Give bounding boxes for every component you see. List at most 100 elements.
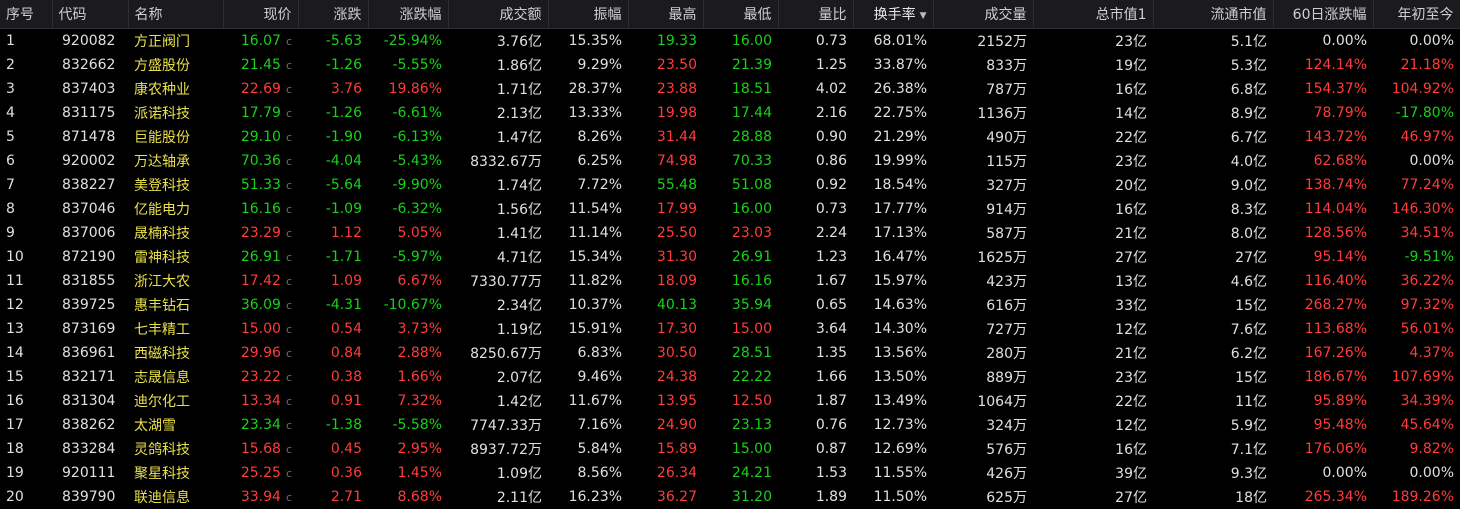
cell-name: 方正阀门 [128, 29, 223, 54]
header-name[interactable]: 名称 [128, 0, 223, 29]
cell-turnover: 18.54% [853, 173, 933, 197]
cell-name: 志晟信息 [128, 365, 223, 389]
cell-ytd: 34.51% [1373, 221, 1460, 245]
table-row[interactable]: 3837403康农种业22.69c3.7619.86%1.71亿28.37%23… [0, 77, 1460, 101]
table-row[interactable]: 13873169七丰精工15.00c0.543.73%1.19亿15.91%17… [0, 317, 1460, 341]
cell-change: 3.76 [298, 77, 368, 101]
table-row[interactable]: 19920111聚星科技25.25c0.361.45%1.09亿8.56%26.… [0, 461, 1460, 485]
header-ytd[interactable]: 年初至今 [1373, 0, 1460, 29]
cell-ytd: 0.00% [1373, 29, 1460, 54]
table-row[interactable]: 8837046亿能电力16.16c-1.09-6.32%1.56亿11.54%1… [0, 197, 1460, 221]
header-price[interactable]: 现价 [223, 0, 298, 29]
cell-amount: 1.09亿 [448, 461, 548, 485]
cell-total-cap: 23亿 [1033, 365, 1153, 389]
cell-high: 23.88 [628, 77, 703, 101]
cell-volume: 587万 [933, 221, 1033, 245]
table-row[interactable]: 7838227美登科技51.33c-5.64-9.90%1.74亿7.72%55… [0, 173, 1460, 197]
cell-amount: 8250.67万 [448, 341, 548, 365]
cell-total-cap: 12亿 [1033, 413, 1153, 437]
price-flag: c [286, 251, 292, 264]
table-row[interactable]: 6920002万达轴承70.36c-4.04-5.43%8332.67万6.25… [0, 149, 1460, 173]
table-row[interactable]: 11831855浙江大农17.42c1.096.67%7330.77万11.82… [0, 269, 1460, 293]
cell-amplitude: 15.34% [548, 245, 628, 269]
cell-high: 19.33 [628, 29, 703, 54]
cell-amplitude: 15.35% [548, 29, 628, 54]
table-row[interactable]: 9837006晟楠科技23.29c1.125.05%1.41亿11.14%25.… [0, 221, 1460, 245]
header-total-cap[interactable]: 总市值1 [1033, 0, 1153, 29]
cell-low: 23.03 [703, 221, 778, 245]
cell-code: 837403 [52, 77, 128, 101]
cell-name: 派诺科技 [128, 101, 223, 125]
cell-amplitude: 9.46% [548, 365, 628, 389]
cell-vol-ratio: 4.02 [778, 77, 853, 101]
cell-chg60: 78.79% [1273, 101, 1373, 125]
cell-price: 17.79c [223, 101, 298, 125]
cell-turnover: 15.97% [853, 269, 933, 293]
table-row[interactable]: 20839790联迪信息33.94c2.718.68%2.11亿16.23%36… [0, 485, 1460, 509]
table-row[interactable]: 12839725惠丰钻石36.09c-4.31-10.67%2.34亿10.37… [0, 293, 1460, 317]
cell-chg60: 128.56% [1273, 221, 1373, 245]
cell-seq: 18 [0, 437, 52, 461]
cell-change-pct: 7.32% [368, 389, 448, 413]
cell-vol-ratio: 0.76 [778, 413, 853, 437]
cell-turnover: 21.29% [853, 125, 933, 149]
cell-change-pct: -5.55% [368, 53, 448, 77]
cell-chg60: 265.34% [1273, 485, 1373, 509]
header-seq[interactable]: 序号 [0, 0, 52, 29]
header-volume[interactable]: 成交量 [933, 0, 1033, 29]
table-row[interactable]: 2832662方盛股份21.45c-1.26-5.55%1.86亿9.29%23… [0, 53, 1460, 77]
cell-amount: 1.86亿 [448, 53, 548, 77]
cell-change: -5.63 [298, 29, 368, 54]
header-vol-ratio[interactable]: 量比 [778, 0, 853, 29]
cell-seq: 15 [0, 365, 52, 389]
table-row[interactable]: 16831304迪尔化工13.34c0.917.32%1.42亿11.67%13… [0, 389, 1460, 413]
cell-change: 0.91 [298, 389, 368, 413]
cell-change: 0.36 [298, 461, 368, 485]
cell-vol-ratio: 0.87 [778, 437, 853, 461]
header-change[interactable]: 涨跌 [298, 0, 368, 29]
cell-price: 16.07c [223, 29, 298, 54]
cell-change-pct: -6.32% [368, 197, 448, 221]
table-row[interactable]: 10872190雷神科技26.91c-1.71-5.97%4.71亿15.34%… [0, 245, 1460, 269]
price-value: 23.22 [241, 369, 281, 385]
price-value: 51.33 [241, 177, 281, 193]
sort-desc-icon: ▼ [920, 11, 927, 21]
table-row[interactable]: 14836961西磁科技29.96c0.842.88%8250.67万6.83%… [0, 341, 1460, 365]
table-row[interactable]: 17838262太湖雪23.34c-1.38-5.58%7747.33万7.16… [0, 413, 1460, 437]
cell-ytd: 77.24% [1373, 173, 1460, 197]
cell-amplitude: 11.14% [548, 221, 628, 245]
cell-volume: 426万 [933, 461, 1033, 485]
header-turnover[interactable]: 换手率▼ [853, 0, 933, 29]
cell-vol-ratio: 1.53 [778, 461, 853, 485]
cell-turnover: 33.87% [853, 53, 933, 77]
header-low[interactable]: 最低 [703, 0, 778, 29]
table-row[interactable]: 1920082方正阀门16.07c-5.63-25.94%3.76亿15.35%… [0, 29, 1460, 54]
cell-price: 23.22c [223, 365, 298, 389]
header-chg60[interactable]: 60日涨跌幅 [1273, 0, 1373, 29]
header-float-cap[interactable]: 流通市值 [1153, 0, 1273, 29]
cell-ytd: 189.26% [1373, 485, 1460, 509]
price-value: 25.25 [241, 465, 281, 481]
cell-total-cap: 20亿 [1033, 173, 1153, 197]
header-change-pct[interactable]: 涨跌幅 [368, 0, 448, 29]
cell-price: 29.10c [223, 125, 298, 149]
table-row[interactable]: 18833284灵鸽科技15.68c0.452.95%8937.72万5.84%… [0, 437, 1460, 461]
cell-turnover: 12.69% [853, 437, 933, 461]
header-amplitude[interactable]: 振幅 [548, 0, 628, 29]
table-row[interactable]: 5871478巨能股份29.10c-1.90-6.13%1.47亿8.26%31… [0, 125, 1460, 149]
table-row[interactable]: 4831175派诺科技17.79c-1.26-6.61%2.13亿13.33%1… [0, 101, 1460, 125]
cell-vol-ratio: 0.73 [778, 29, 853, 54]
cell-ytd: 0.00% [1373, 149, 1460, 173]
header-amount[interactable]: 成交额 [448, 0, 548, 29]
cell-vol-ratio: 1.67 [778, 269, 853, 293]
cell-change: 0.38 [298, 365, 368, 389]
table-row[interactable]: 15832171志晟信息23.22c0.381.66%2.07亿9.46%24.… [0, 365, 1460, 389]
cell-change: -4.04 [298, 149, 368, 173]
header-high[interactable]: 最高 [628, 0, 703, 29]
header-code[interactable]: 代码 [52, 0, 128, 29]
price-flag: c [286, 59, 292, 72]
cell-vol-ratio: 3.64 [778, 317, 853, 341]
cell-chg60: 95.48% [1273, 413, 1373, 437]
cell-chg60: 0.00% [1273, 29, 1373, 54]
cell-chg60: 116.40% [1273, 269, 1373, 293]
